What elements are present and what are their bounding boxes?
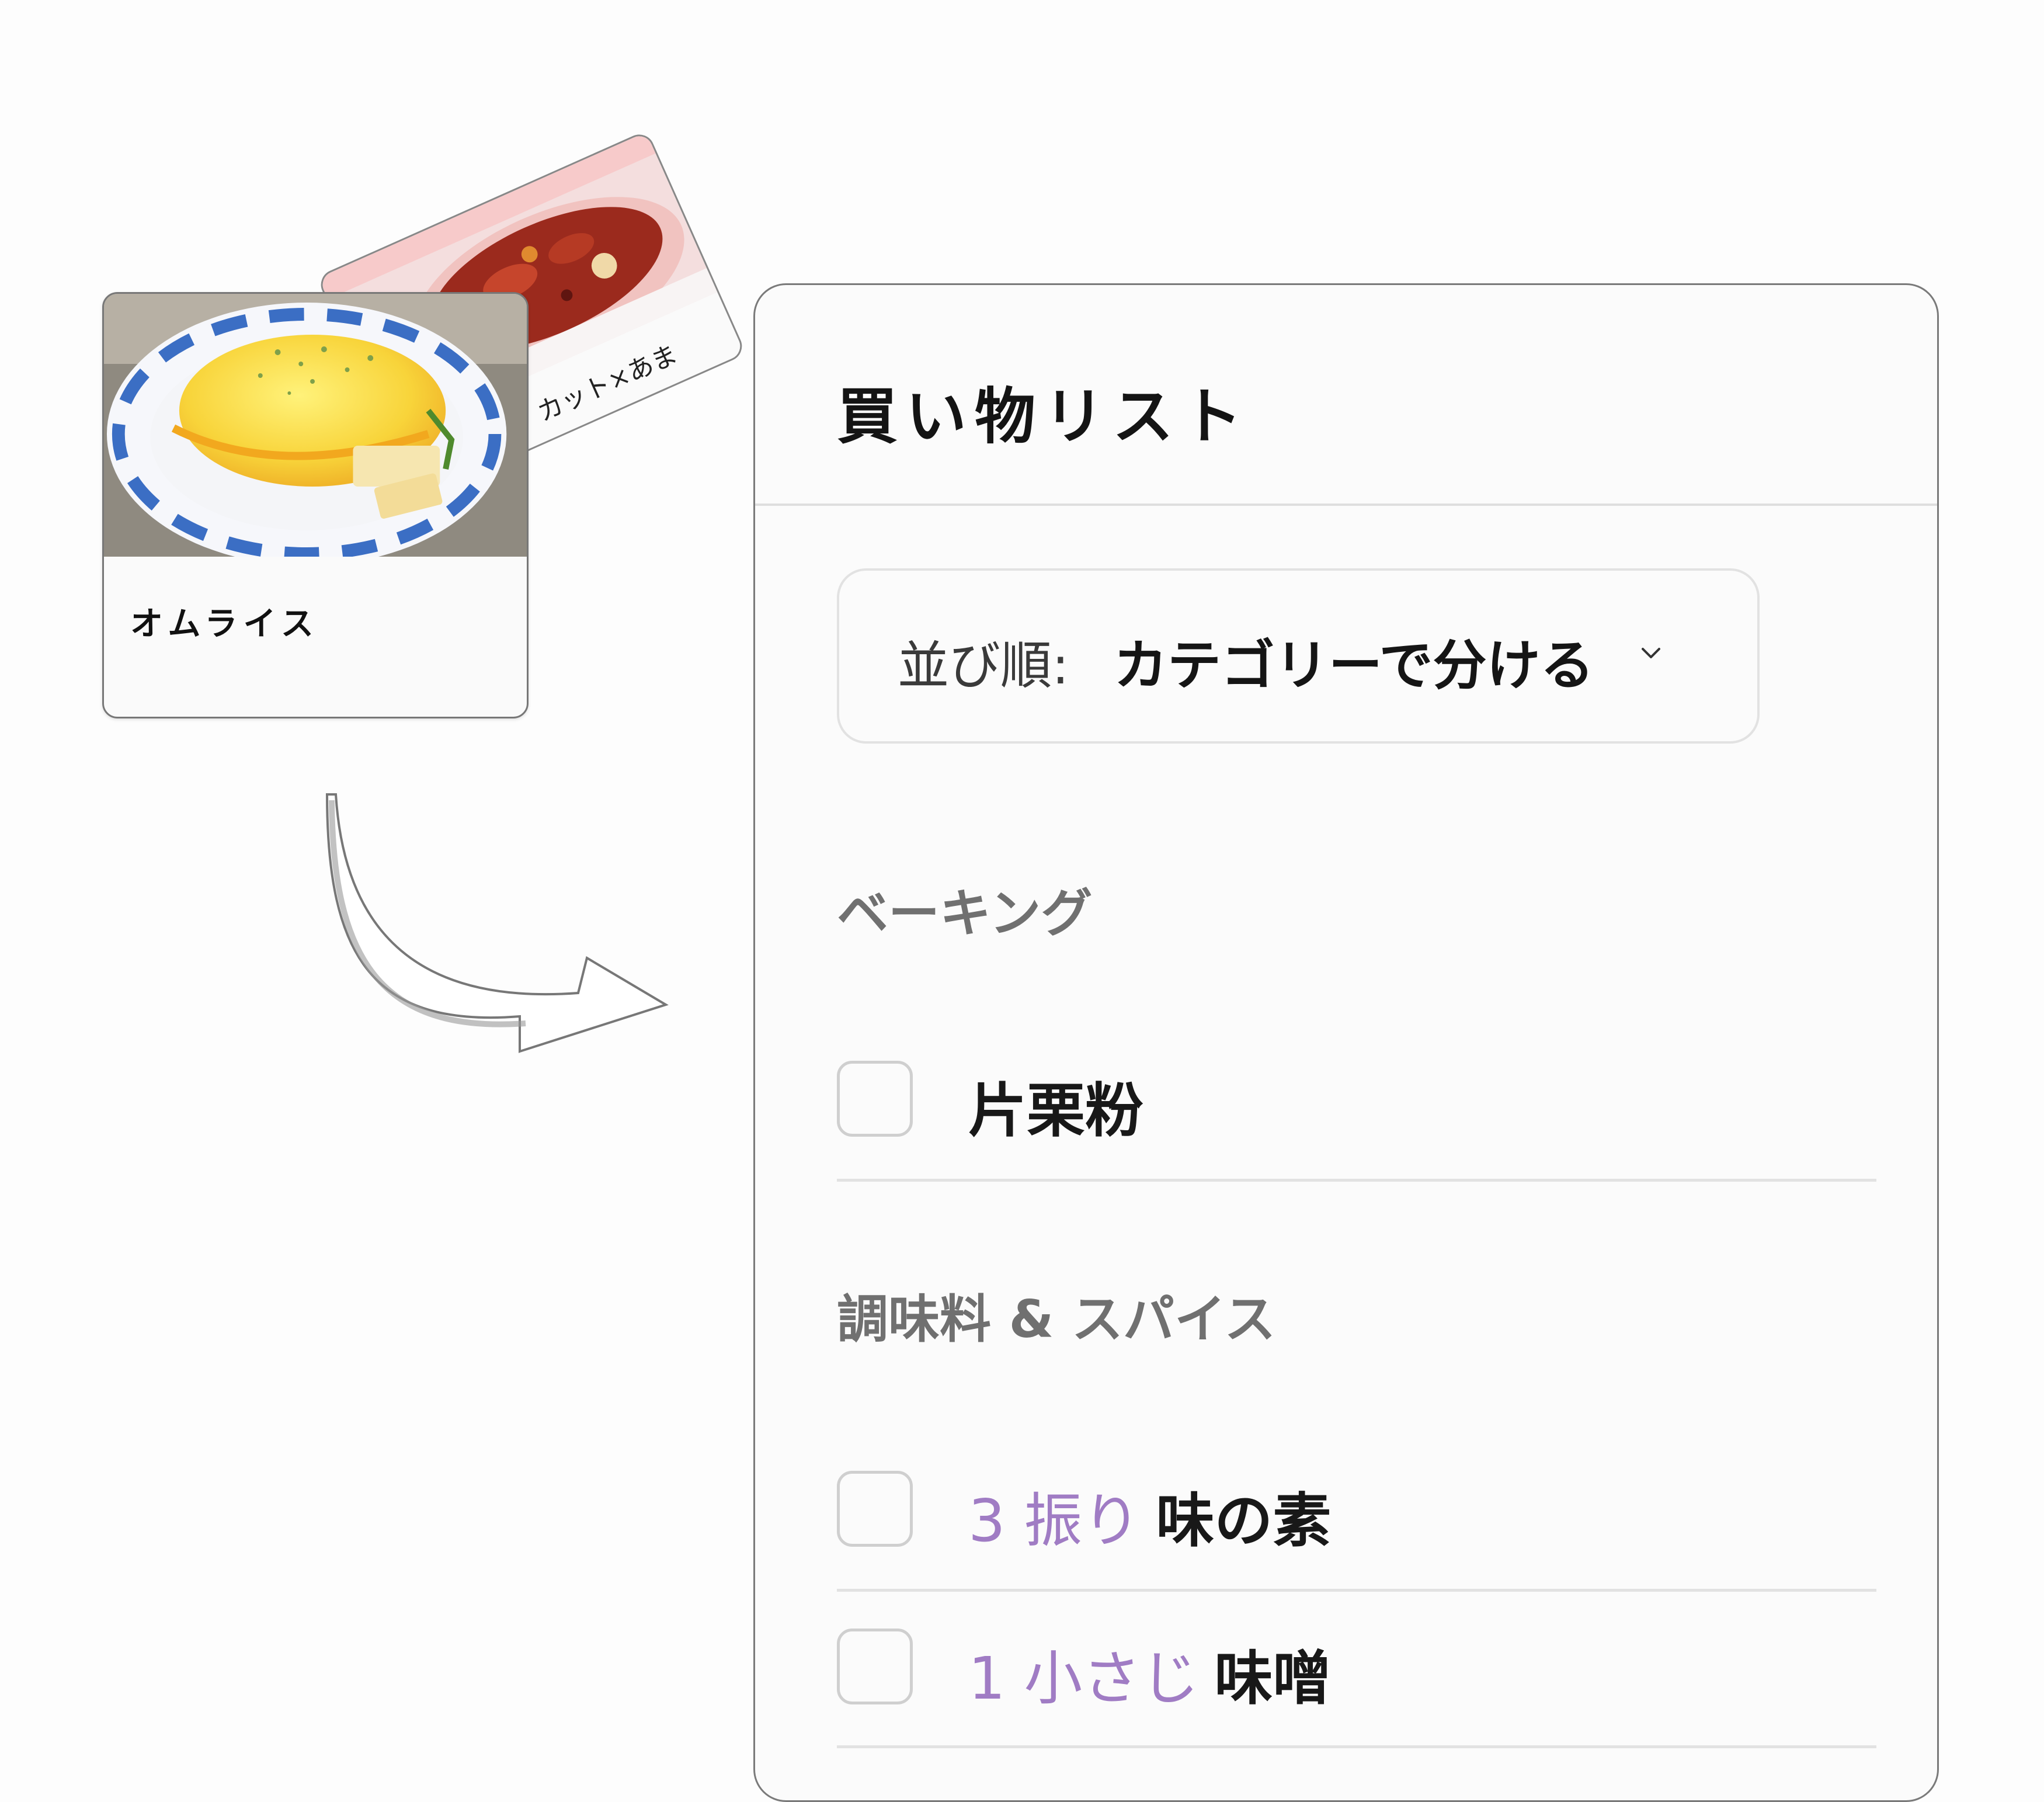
chevron-down-icon — [1642, 648, 1660, 658]
item-checkbox[interactable] — [837, 1061, 913, 1137]
recipe-image-omurice — [104, 294, 527, 557]
category-heading-spices: 調味料 & スパイス — [837, 1289, 1276, 1349]
divider — [837, 1589, 1876, 1592]
item-quantity: 3 振り — [968, 1487, 1141, 1555]
item-name: 味の素 — [1156, 1487, 1332, 1555]
item-name: 片栗粉 — [968, 1077, 1143, 1145]
sort-value: カテゴリーで分ける — [1114, 634, 1594, 697]
item-text: 片栗粉 — [968, 1063, 1143, 1148]
category-heading-baking: ベーキング — [837, 883, 1093, 943]
item-quantity: 1 小さじ — [968, 1644, 1200, 1713]
sort-dropdown[interactable]: 並び順: カテゴリーで分ける — [837, 568, 1760, 744]
sort-label: 並び順: — [898, 636, 1069, 696]
panel-title: 買い物リスト — [837, 380, 1251, 452]
recipe-card-omurice[interactable]: オムライス — [102, 292, 529, 718]
divider — [837, 1179, 1876, 1182]
item-name: 味噌 — [1214, 1644, 1332, 1713]
recipe-card-omurice-title: オムライス — [130, 605, 319, 643]
item-text: 3 振り 味の素 — [968, 1473, 1331, 1558]
curved-arrow-icon — [325, 793, 669, 1053]
item-checkbox[interactable] — [837, 1629, 913, 1704]
item-text: 1 小さじ 味噌 — [968, 1631, 1331, 1716]
list-item: 1 小さじ 味噌 — [837, 1629, 1876, 1713]
divider — [837, 1745, 1876, 1748]
shopping-list-panel: 買い物リスト 並び順: カテゴリーで分ける ベーキング 片栗粉 調味料 & スパ… — [753, 283, 1939, 1802]
list-item: 3 振り 味の素 — [837, 1471, 1876, 1555]
panel-header: 買い物リスト — [755, 285, 1937, 506]
list-item: 片栗粉 — [837, 1061, 1876, 1145]
item-checkbox[interactable] — [837, 1471, 913, 1547]
